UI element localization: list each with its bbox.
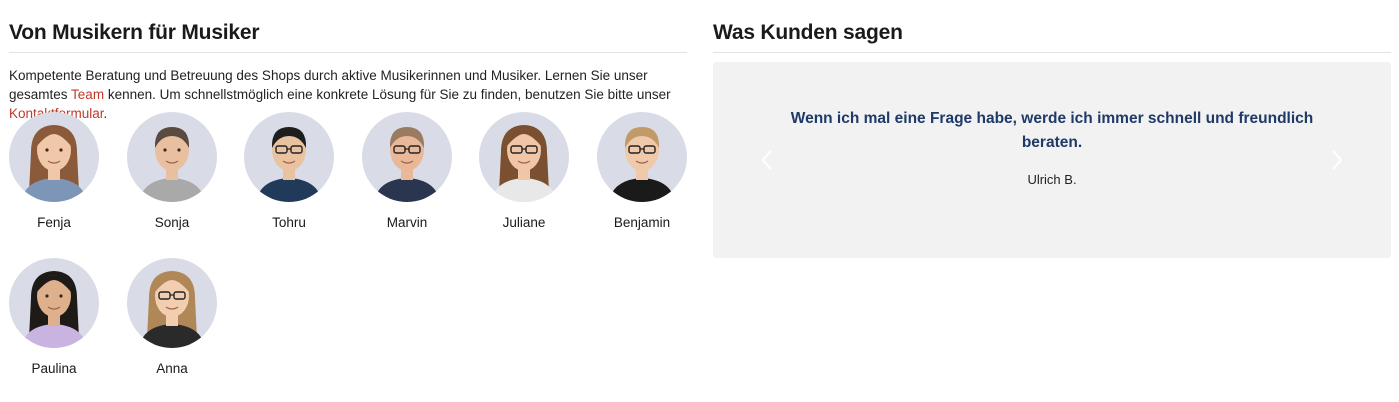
team-section-title: Von Musikern für Musiker <box>9 21 260 44</box>
team-member-name: Tohru <box>272 215 306 230</box>
team-member-name: Juliane <box>502 215 546 230</box>
team-member-name: Benjamin <box>613 215 671 230</box>
testimonial-quote: Wenn ich mal eine Frage habe, werde ich … <box>790 110 1314 151</box>
person-portrait-icon <box>21 125 87 202</box>
team-member-avatar <box>597 112 687 202</box>
team-member-avatar <box>127 112 217 202</box>
team-title-divider <box>9 52 687 53</box>
team-member-card: Sonja <box>127 112 217 231</box>
person-portrait-icon <box>491 125 557 202</box>
team-member-name: Paulina <box>31 361 77 376</box>
team-member-avatar <box>127 258 217 348</box>
person-portrait-icon <box>139 127 205 202</box>
person-portrait-icon <box>374 127 440 202</box>
team-member-card: Marvin <box>362 112 452 231</box>
intro-text-part3: . <box>103 106 108 121</box>
testimonials-title: Was Kunden sagen <box>713 21 903 44</box>
team-member-name: Fenja <box>37 215 71 230</box>
team-member-avatar <box>362 112 452 202</box>
intro-text-part2: kennen. Um schnellstmöglich eine konkret… <box>104 87 671 102</box>
team-member-card: Anna <box>127 258 217 377</box>
team-member-card: Paulina <box>9 258 99 377</box>
team-member-name: Sonja <box>154 215 190 230</box>
team-member-avatar <box>244 112 334 202</box>
team-member-card: Tohru <box>244 112 334 231</box>
team-member-card: Fenja <box>9 112 99 231</box>
person-portrait-icon <box>256 127 322 202</box>
testimonial-author: Ulrich B. <box>1027 172 1077 187</box>
team-member-card: Benjamin <box>597 112 687 231</box>
testimonial-carousel: Wenn ich mal eine Frage habe, werde ich … <box>713 62 1391 258</box>
testimonials-section: Was Kunden sagen Wenn ich mal eine Frage… <box>713 20 1391 258</box>
team-section: Von Musikern für Musiker Kompetente Bera… <box>9 20 687 376</box>
team-member-name: Anna <box>156 361 188 376</box>
team-link[interactable]: Team <box>71 87 104 102</box>
team-member-name: Marvin <box>386 215 428 230</box>
team-member-avatar <box>479 112 569 202</box>
carousel-prev-button[interactable] <box>757 146 777 174</box>
testimonials-title-divider <box>713 52 1391 53</box>
team-member-avatar <box>9 258 99 348</box>
person-portrait-icon <box>139 271 205 348</box>
person-portrait-icon <box>609 127 675 202</box>
chevron-left-icon <box>761 150 772 170</box>
team-member-avatar <box>9 112 99 202</box>
person-portrait-icon <box>21 271 87 348</box>
carousel-next-button[interactable] <box>1327 146 1347 174</box>
team-member-card: Juliane <box>479 112 569 231</box>
team-intro-text: Kompetente Beratung und Betreuung des Sh… <box>9 66 687 123</box>
chevron-right-icon <box>1332 150 1343 170</box>
